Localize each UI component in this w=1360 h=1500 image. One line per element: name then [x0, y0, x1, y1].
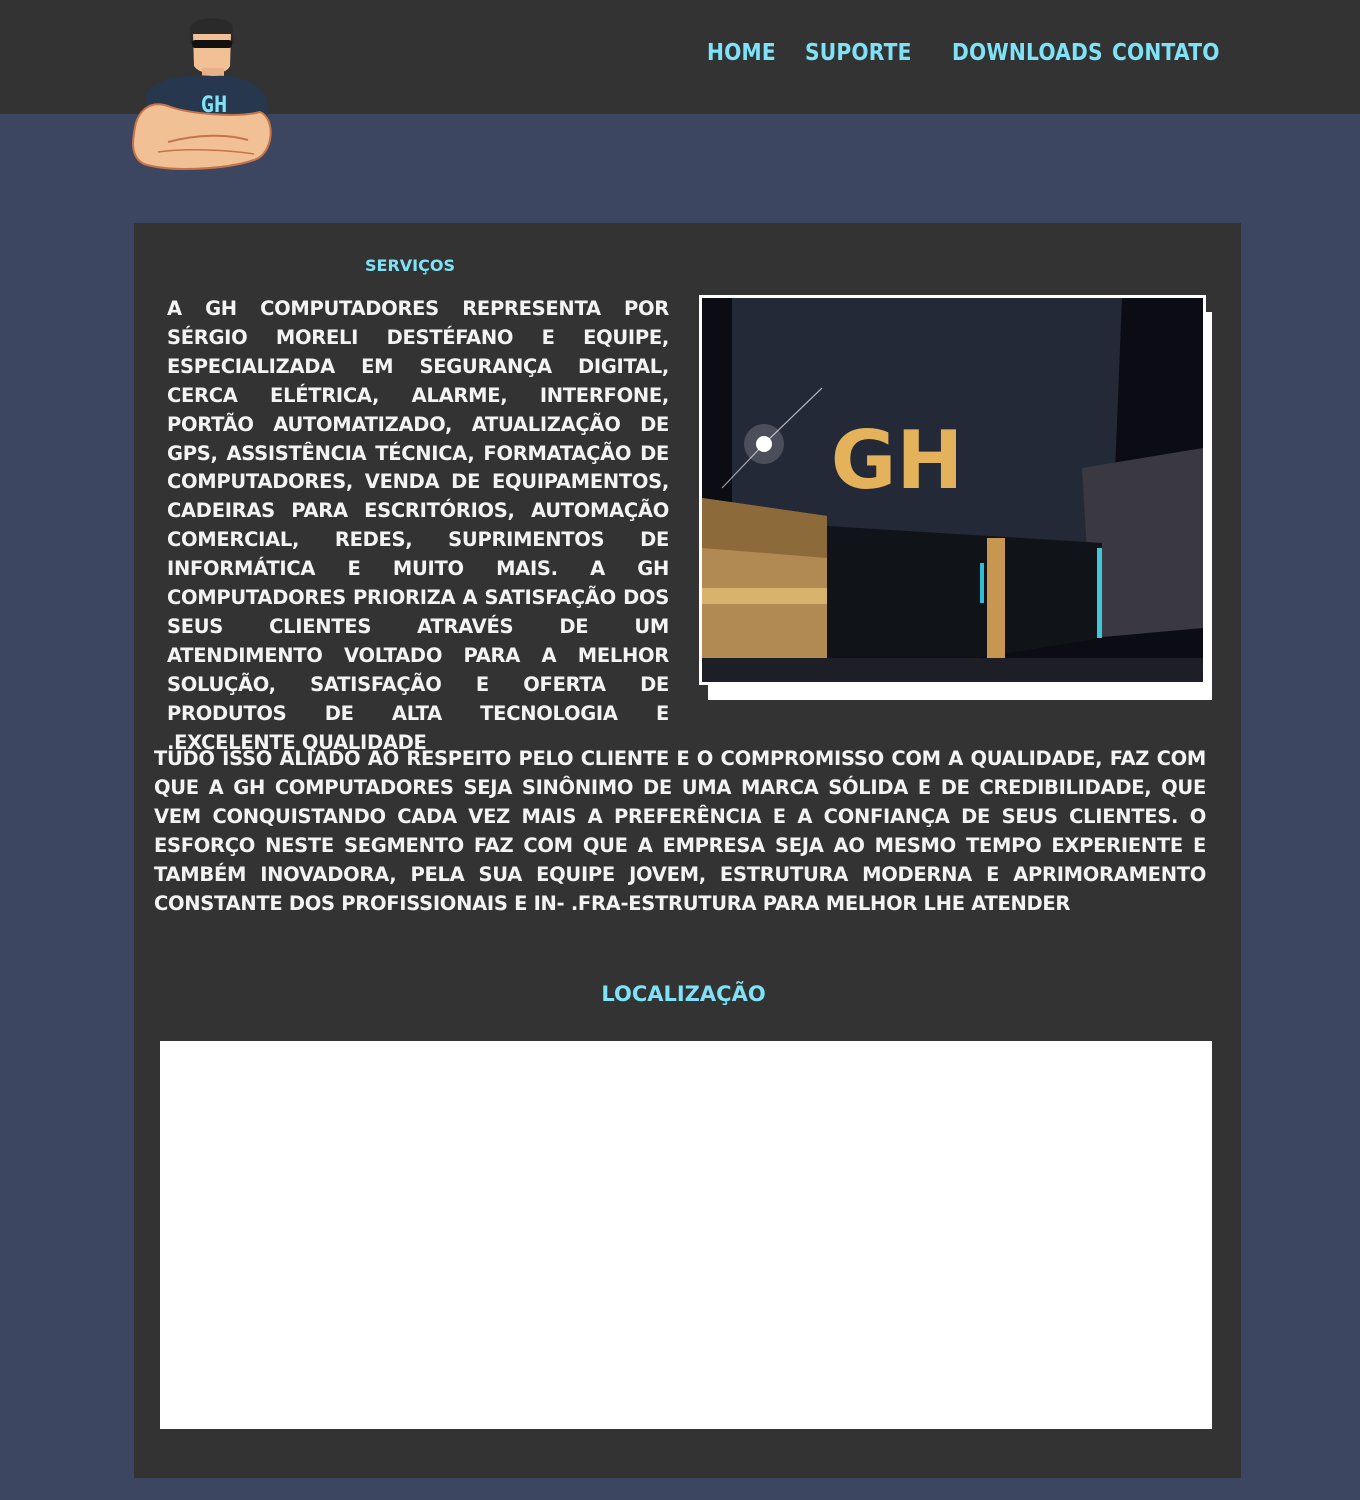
nav-downloads-link[interactable]: DOWNLOADS: [952, 40, 1103, 66]
location-map-frame[interactable]: [160, 1041, 1212, 1429]
svg-text:GH: GH: [201, 93, 228, 118]
location-heading: LOCALIZAÇÃO: [601, 982, 766, 1006]
svg-text:GH: GH: [831, 414, 964, 507]
nav-home-link[interactable]: HOME: [707, 40, 776, 66]
mascot-logo-icon: GH: [132, 18, 272, 170]
nav-contato-link[interactable]: CONTATO: [1112, 40, 1220, 66]
storefront-photo: GH: [699, 295, 1206, 685]
about-paragraph: TUDO ISSO ALIADO AO RESPEITO PELO CLIENT…: [154, 747, 1206, 915]
services-paragraph: A GH COMPUTADORES REPRESENTA POR SÉRGIO …: [167, 297, 669, 754]
gh-mascot-logo[interactable]: GH: [128, 14, 278, 184]
services-heading: SERVIÇOS: [365, 256, 455, 275]
storefront-night-image: GH: [702, 298, 1203, 682]
nav-suporte-link[interactable]: SUPORTE: [805, 40, 912, 66]
